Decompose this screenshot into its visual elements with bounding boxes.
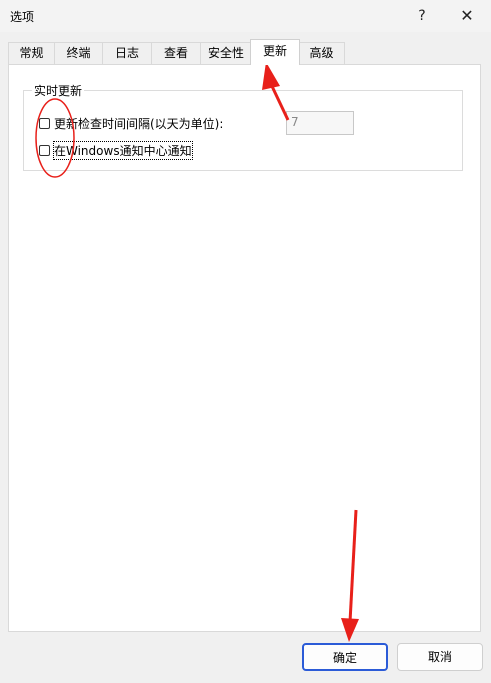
title-bar: 选项 ? ✕ bbox=[0, 0, 491, 32]
tab-advanced[interactable]: 高级 bbox=[298, 42, 345, 64]
close-button[interactable]: ✕ bbox=[447, 4, 487, 28]
tab-security[interactable]: 安全性 bbox=[200, 42, 252, 64]
window-title: 选项 bbox=[10, 10, 35, 24]
realtime-update-group: 实时更新 更新检查时间间隔(以天为单位): 7 在Windows通知中心通知 bbox=[23, 82, 463, 171]
tab-log[interactable]: 日志 bbox=[102, 42, 152, 64]
check-interval-label: 更新检查时间间隔(以天为单位): bbox=[54, 116, 224, 131]
windows-notify-checkbox[interactable] bbox=[39, 144, 50, 156]
check-interval-checkbox[interactable] bbox=[39, 117, 50, 129]
ok-button[interactable]: 确定 bbox=[302, 643, 388, 671]
windows-notify-label: 在Windows通知中心通知 bbox=[53, 140, 193, 160]
tab-general[interactable]: 常规 bbox=[8, 42, 55, 64]
tab-bar: 常规 终端 日志 查看 安全性 更新 高级 bbox=[8, 39, 483, 65]
group-title: 实时更新 bbox=[32, 82, 85, 99]
tab-update[interactable]: 更新 bbox=[250, 39, 300, 65]
cancel-button[interactable]: 取消 bbox=[397, 643, 483, 671]
tab-panel-update: 实时更新 更新检查时间间隔(以天为单位): 7 在Windows通知中心通知 bbox=[8, 64, 481, 632]
help-button[interactable]: ? bbox=[402, 4, 442, 28]
check-interval-option[interactable]: 更新检查时间间隔(以天为单位): bbox=[39, 115, 223, 131]
windows-notify-option[interactable]: 在Windows通知中心通知 bbox=[39, 140, 193, 160]
interval-days-input[interactable]: 7 bbox=[286, 111, 354, 135]
tab-view[interactable]: 查看 bbox=[151, 42, 201, 64]
tab-terminal[interactable]: 终端 bbox=[54, 42, 103, 64]
